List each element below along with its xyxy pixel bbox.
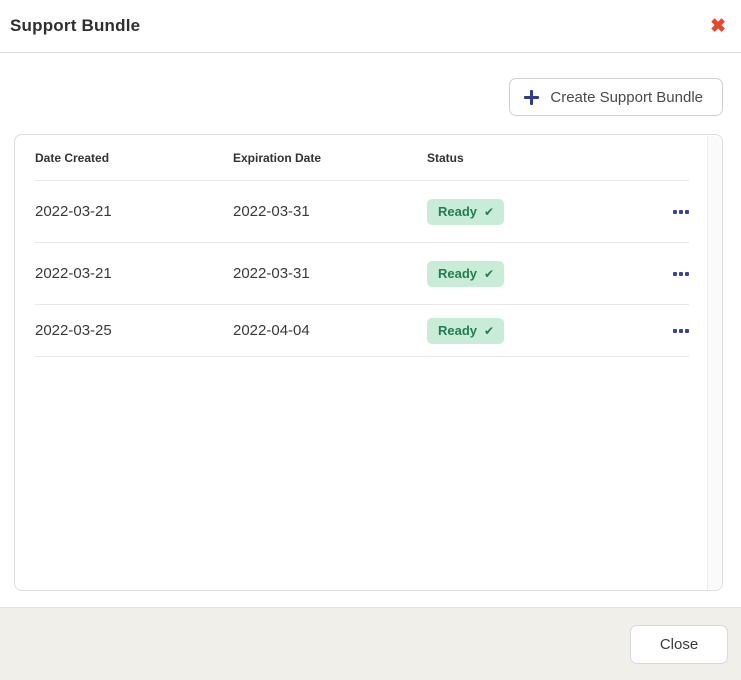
cell-status: Ready ✔ — [427, 261, 645, 287]
page-title: Support Bundle — [10, 16, 140, 36]
status-badge: Ready ✔ — [427, 318, 504, 344]
column-header-date-created: Date Created — [35, 151, 233, 165]
close-icon: ✖ — [710, 17, 726, 36]
check-icon: ✔ — [484, 325, 494, 337]
cell-date-created: 2022-03-25 — [35, 322, 233, 339]
check-icon: ✔ — [484, 268, 494, 280]
status-badge-label: Ready — [438, 266, 477, 281]
create-support-bundle-label: Create Support Bundle — [550, 89, 703, 106]
modal-footer: Close — [0, 607, 741, 680]
row-actions-menu-button[interactable] — [673, 268, 689, 280]
modal-body: Create Support Bundle Date Created Expir… — [0, 53, 741, 607]
ellipsis-icon — [673, 272, 677, 276]
plus-icon — [524, 90, 539, 105]
table-row: 2022-03-21 2022-03-31 Ready ✔ — [35, 181, 689, 243]
status-badge-label: Ready — [438, 323, 477, 338]
cell-expiration-date: 2022-03-31 — [233, 203, 427, 220]
toolbar: Create Support Bundle — [14, 78, 723, 116]
table-row: 2022-03-25 2022-04-04 Ready ✔ — [35, 305, 689, 357]
support-bundle-modal: Support Bundle ✖ Create Support Bundle D… — [0, 0, 741, 680]
status-badge-label: Ready — [438, 204, 477, 219]
cell-actions — [645, 268, 689, 280]
row-actions-menu-button[interactable] — [673, 325, 689, 337]
close-modal-button[interactable]: ✖ — [708, 15, 728, 38]
cell-date-created: 2022-03-21 — [35, 265, 233, 282]
ellipsis-icon — [673, 329, 677, 333]
create-support-bundle-button[interactable]: Create Support Bundle — [509, 78, 723, 116]
cell-date-created: 2022-03-21 — [35, 203, 233, 220]
support-bundle-table: Date Created Expiration Date Status 2022… — [14, 134, 723, 591]
modal-header: Support Bundle ✖ — [0, 0, 741, 53]
cell-actions — [645, 206, 689, 218]
column-header-expiration-date: Expiration Date — [233, 151, 427, 165]
ellipsis-icon — [673, 210, 677, 214]
close-button[interactable]: Close — [630, 625, 728, 664]
cell-status: Ready ✔ — [427, 199, 645, 225]
table-scrollbar[interactable] — [707, 136, 721, 589]
cell-expiration-date: 2022-03-31 — [233, 265, 427, 282]
table-scroll-area: Date Created Expiration Date Status 2022… — [16, 136, 706, 589]
table-header-row: Date Created Expiration Date Status — [35, 136, 689, 181]
column-header-status: Status — [427, 151, 645, 165]
check-icon: ✔ — [484, 206, 494, 218]
status-badge: Ready ✔ — [427, 261, 504, 287]
status-badge: Ready ✔ — [427, 199, 504, 225]
row-actions-menu-button[interactable] — [673, 206, 689, 218]
cell-status: Ready ✔ — [427, 318, 645, 344]
cell-actions — [645, 325, 689, 337]
table-row: 2022-03-21 2022-03-31 Ready ✔ — [35, 243, 689, 305]
cell-expiration-date: 2022-04-04 — [233, 322, 427, 339]
